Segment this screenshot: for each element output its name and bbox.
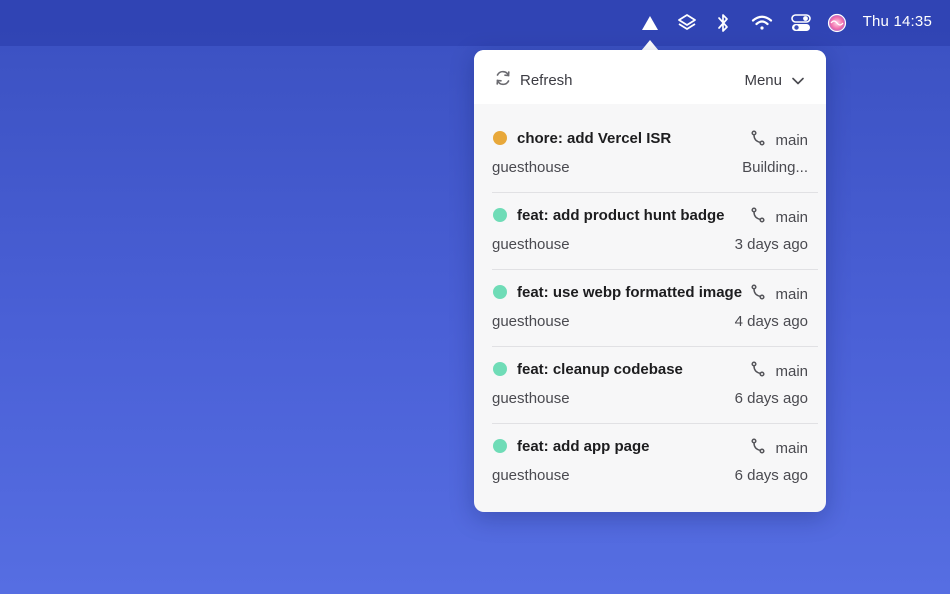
control-center-icon[interactable]	[789, 11, 813, 35]
deployment-status: Building...	[742, 159, 808, 176]
refresh-button[interactable]: Refresh	[494, 69, 573, 91]
deployment-status: 6 days ago	[734, 390, 808, 407]
deployment-status: 3 days ago	[734, 236, 808, 253]
status-dot	[493, 285, 507, 299]
deployment-status: 6 days ago	[734, 467, 808, 484]
refresh-icon	[494, 69, 512, 91]
bluetooth-icon[interactable]	[711, 11, 735, 35]
branch-name: main	[775, 208, 808, 226]
vercel-triangle-icon[interactable]	[638, 11, 662, 35]
branch: main	[751, 361, 808, 381]
menu-bar: Thu 14:35	[0, 0, 950, 46]
project-name: guesthouse	[492, 390, 570, 407]
deployment-row[interactable]: chore: add Vercel ISR main guesthouse Bu…	[492, 116, 818, 193]
git-branch-icon	[751, 284, 766, 304]
status-dot	[493, 362, 507, 376]
branch-name: main	[775, 131, 808, 149]
project-name: guesthouse	[492, 467, 570, 484]
status-dot	[493, 131, 507, 145]
git-branch-icon	[751, 361, 766, 381]
deployment-row[interactable]: feat: cleanup codebase main guesthouse 6…	[492, 347, 818, 424]
git-branch-icon	[751, 438, 766, 458]
branch: main	[751, 207, 808, 227]
deployment-list: chore: add Vercel ISR main guesthouse Bu…	[492, 116, 818, 501]
commit-message: feat: cleanup codebase	[517, 361, 683, 378]
commit-message: chore: add Vercel ISR	[517, 130, 672, 147]
branch: main	[751, 284, 808, 304]
deployments-popover: Refresh Menu chore: add Vercel ISR main …	[474, 50, 826, 512]
popover-header: Refresh Menu	[474, 50, 826, 104]
refresh-label: Refresh	[520, 71, 573, 89]
deployment-row[interactable]: feat: use webp formatted image main gues…	[492, 270, 818, 347]
branch: main	[751, 438, 808, 458]
project-name: guesthouse	[492, 313, 570, 330]
status-dot	[493, 208, 507, 222]
branch-name: main	[775, 285, 808, 303]
project-name: guesthouse	[492, 236, 570, 253]
status-dot	[493, 439, 507, 453]
project-name: guesthouse	[492, 159, 570, 176]
wifi-icon[interactable]	[750, 11, 774, 35]
commit-message: feat: use webp formatted image	[517, 284, 743, 301]
siri-icon[interactable]	[825, 11, 849, 35]
git-branch-icon	[751, 130, 766, 150]
branch-name: main	[775, 439, 808, 457]
chevron-down-icon	[792, 72, 804, 89]
deployment-row[interactable]: feat: add app page main guesthouse 6 day…	[492, 424, 818, 501]
commit-message: feat: add app page	[517, 438, 650, 455]
git-branch-icon	[751, 207, 766, 227]
menu-button[interactable]: Menu	[744, 69, 804, 91]
deployment-status: 4 days ago	[734, 313, 808, 330]
menu-label: Menu	[744, 71, 782, 89]
menubar-clock[interactable]: Thu 14:35	[863, 13, 932, 30]
layers-icon[interactable]	[675, 11, 699, 35]
commit-message: feat: add product hunt badge	[517, 207, 725, 224]
branch-name: main	[775, 362, 808, 380]
deployment-row[interactable]: feat: add product hunt badge main guesth…	[492, 193, 818, 270]
branch: main	[751, 130, 808, 150]
